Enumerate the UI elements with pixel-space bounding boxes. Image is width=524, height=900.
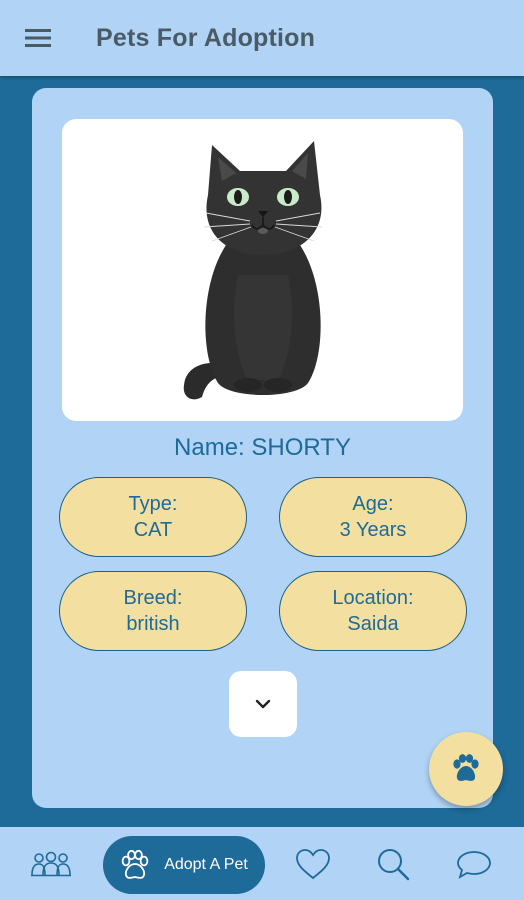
pet-age-label: Age: <box>352 493 394 515</box>
pet-type-label: Type: <box>128 493 178 515</box>
pet-photo <box>62 119 463 421</box>
pet-type-pill: Type: CAT <box>59 477 247 557</box>
paw-icon <box>453 754 479 781</box>
chat-icon <box>457 851 491 879</box>
hamburger-menu-icon <box>25 29 51 47</box>
nav-favorites-button[interactable] <box>294 845 332 883</box>
nav-chat-button[interactable] <box>454 845 494 883</box>
pet-breed-value: british <box>126 613 180 635</box>
pet-location-value: Saida <box>347 613 399 635</box>
pet-name: Name: SHORTY <box>174 434 351 461</box>
pet-age-pill: Age: 3 Years <box>279 477 467 557</box>
chevron-down-icon <box>255 699 271 709</box>
pet-age-value: 3 Years <box>339 519 407 541</box>
pet-breed-pill: Breed: british <box>59 571 247 651</box>
nav-adopt-label: Adopt A Pet <box>164 856 248 873</box>
paw-icon <box>121 850 149 879</box>
bottom-navigation: Adopt A Pet <box>0 827 524 900</box>
nav-search-button[interactable] <box>374 845 412 883</box>
community-icon <box>31 851 71 877</box>
pet-type-value: CAT <box>133 519 173 541</box>
nav-community-button[interactable] <box>30 847 72 881</box>
page-title: Pets For Adoption <box>96 23 316 52</box>
pet-breed-label: Breed: <box>123 587 183 609</box>
app-bar: Pets For Adoption <box>0 0 524 76</box>
expand-details-button[interactable] <box>229 671 297 737</box>
heart-icon <box>296 849 330 880</box>
black-cat-illustration <box>183 141 322 400</box>
search-icon <box>378 849 410 881</box>
pet-location-pill: Location: Saida <box>279 571 467 651</box>
pet-card: Name: SHORTY Type: CAT Age: 3 Years Bree… <box>32 88 493 808</box>
menu-button[interactable] <box>0 0 76 76</box>
adopt-fab-button[interactable] <box>429 732 503 806</box>
nav-adopt-a-pet-button[interactable]: Adopt A Pet <box>103 836 265 894</box>
pet-location-label: Location: <box>332 587 414 609</box>
